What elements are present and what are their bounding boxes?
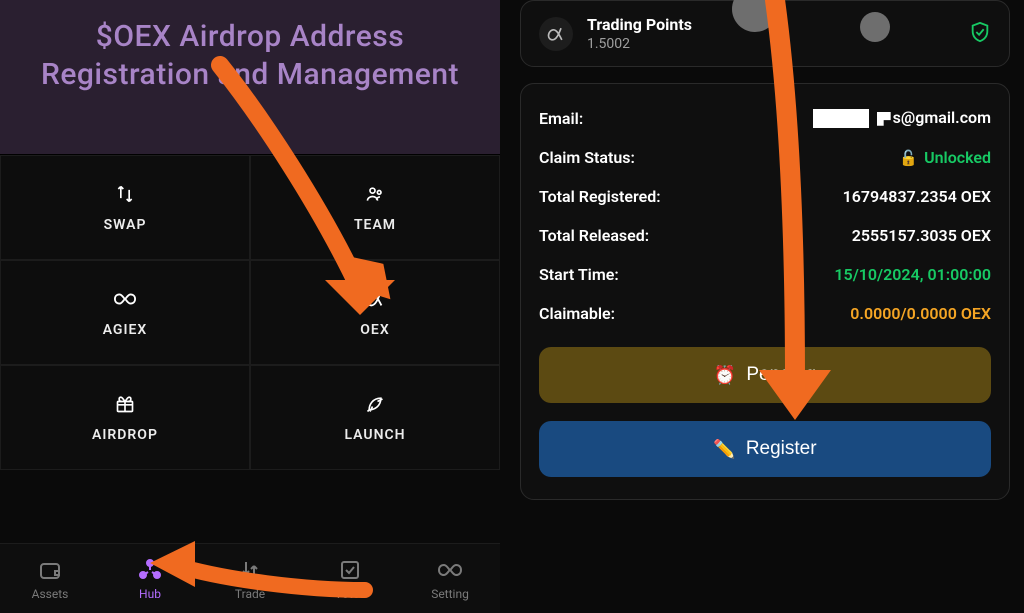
trading-points-text: Trading Points 1.5002	[587, 15, 692, 52]
claim-status-value: 🔓 Unlocked	[899, 148, 991, 167]
nav-trade-label: Trade	[235, 587, 265, 601]
register-label: Register	[746, 438, 817, 460]
info-card: Email: s@gmail.com Claim Status: 🔓 Unlock…	[520, 83, 1010, 500]
hero: $OEX Airdrop Address Registration and Ma…	[0, 0, 500, 155]
nav-setting-label: Setting	[431, 587, 469, 601]
alpha-icon	[539, 17, 573, 51]
nav-votes-label: Votes	[335, 587, 366, 601]
claim-status-label: Claim Status:	[539, 148, 635, 167]
total-released-value: 2555157.3035 OEX	[852, 226, 991, 245]
vote-icon	[337, 557, 363, 583]
nav-assets-label: Assets	[32, 587, 69, 601]
hub-launch[interactable]: LAUNCH	[250, 365, 500, 470]
row-total-released: Total Released: 2555157.3035 OEX	[539, 216, 991, 255]
hub-swap[interactable]: SWAP	[0, 155, 250, 260]
hub-icon	[137, 557, 163, 583]
swap-icon	[114, 183, 136, 205]
email-redaction	[813, 109, 869, 128]
email-value: s@gmail.com	[813, 108, 991, 128]
hub-grid: SWAP TEAM AGIEX	[0, 155, 500, 470]
hero-title: $OEX Airdrop Address Registration and Ma…	[41, 18, 459, 93]
row-start-time: Start Time: 15/10/2024, 01:00:00	[539, 255, 991, 294]
pending-button[interactable]: ⏰ Pending	[539, 347, 991, 403]
nav-hub-label: Hub	[139, 587, 161, 601]
email-redaction-flag	[877, 112, 891, 126]
hub-agiex-label: AGIEX	[103, 322, 148, 338]
start-time-label: Start Time:	[539, 265, 619, 284]
hub-team-label: TEAM	[354, 217, 396, 233]
team-icon	[364, 183, 386, 205]
nav-setting[interactable]: Setting	[400, 544, 500, 613]
clock-icon: ⏰	[714, 365, 736, 386]
hub-oex[interactable]: OEX	[250, 260, 500, 365]
row-total-registered: Total Registered: 16794837.2354 OEX	[539, 177, 991, 216]
gift-icon	[114, 393, 136, 415]
nav-trade[interactable]: Trade	[200, 544, 300, 613]
hub-swap-label: SWAP	[104, 217, 147, 233]
total-registered-label: Total Registered:	[539, 187, 661, 206]
trading-points-card[interactable]: Trading Points 1.5002	[520, 0, 1010, 67]
pending-label: Pending	[746, 364, 816, 386]
alpha-icon	[364, 288, 386, 310]
row-email: Email: s@gmail.com	[539, 98, 991, 138]
hero-line-1: $OEX Airdrop Address	[96, 19, 404, 54]
hero-line-2: Registration and Management	[41, 57, 459, 92]
unlock-icon: 🔓	[899, 149, 918, 167]
pencil-icon: ✏️	[713, 439, 735, 460]
claim-status-text: Unlocked	[924, 148, 991, 167]
nav-votes[interactable]: Votes	[300, 544, 400, 613]
row-claimable: Claimable: 0.0000/0.0000 OEX	[539, 294, 991, 333]
hub-oex-label: OEX	[360, 322, 389, 338]
right-panel: Trading Points 1.5002 Email: s@gmail.com…	[520, 0, 1010, 500]
total-registered-value: 16794837.2354 OEX	[843, 187, 991, 206]
trading-points-value: 1.5002	[587, 36, 692, 52]
left-panel: $OEX Airdrop Address Registration and Ma…	[0, 0, 500, 613]
infinity-icon	[114, 288, 136, 310]
hub-team[interactable]: TEAM	[250, 155, 500, 260]
claimable-value: 0.0000/0.0000 OEX	[850, 304, 991, 323]
hub-airdrop[interactable]: AIRDROP	[0, 365, 250, 470]
nav-hub[interactable]: Hub	[100, 544, 200, 613]
hub-agiex[interactable]: AGIEX	[0, 260, 250, 365]
trading-points-title: Trading Points	[587, 15, 692, 34]
setting-icon	[437, 557, 463, 583]
wallet-icon	[37, 557, 63, 583]
hub-launch-label: LAUNCH	[344, 427, 405, 443]
bottom-nav: Assets Hub Trade Votes Setting	[0, 543, 500, 613]
register-button[interactable]: ✏️ Register	[539, 421, 991, 477]
total-released-label: Total Released:	[539, 226, 649, 245]
trade-icon	[237, 557, 263, 583]
row-claim-status: Claim Status: 🔓 Unlocked	[539, 138, 991, 177]
start-time-value: 15/10/2024, 01:00:00	[834, 265, 991, 284]
rocket-icon	[364, 393, 386, 415]
email-label: Email:	[539, 109, 583, 128]
nav-assets[interactable]: Assets	[0, 544, 100, 613]
email-suffix: s@gmail.com	[893, 108, 991, 127]
shield-icon	[969, 21, 991, 47]
hub-airdrop-label: AIRDROP	[92, 427, 158, 443]
claimable-label: Claimable:	[539, 304, 615, 323]
